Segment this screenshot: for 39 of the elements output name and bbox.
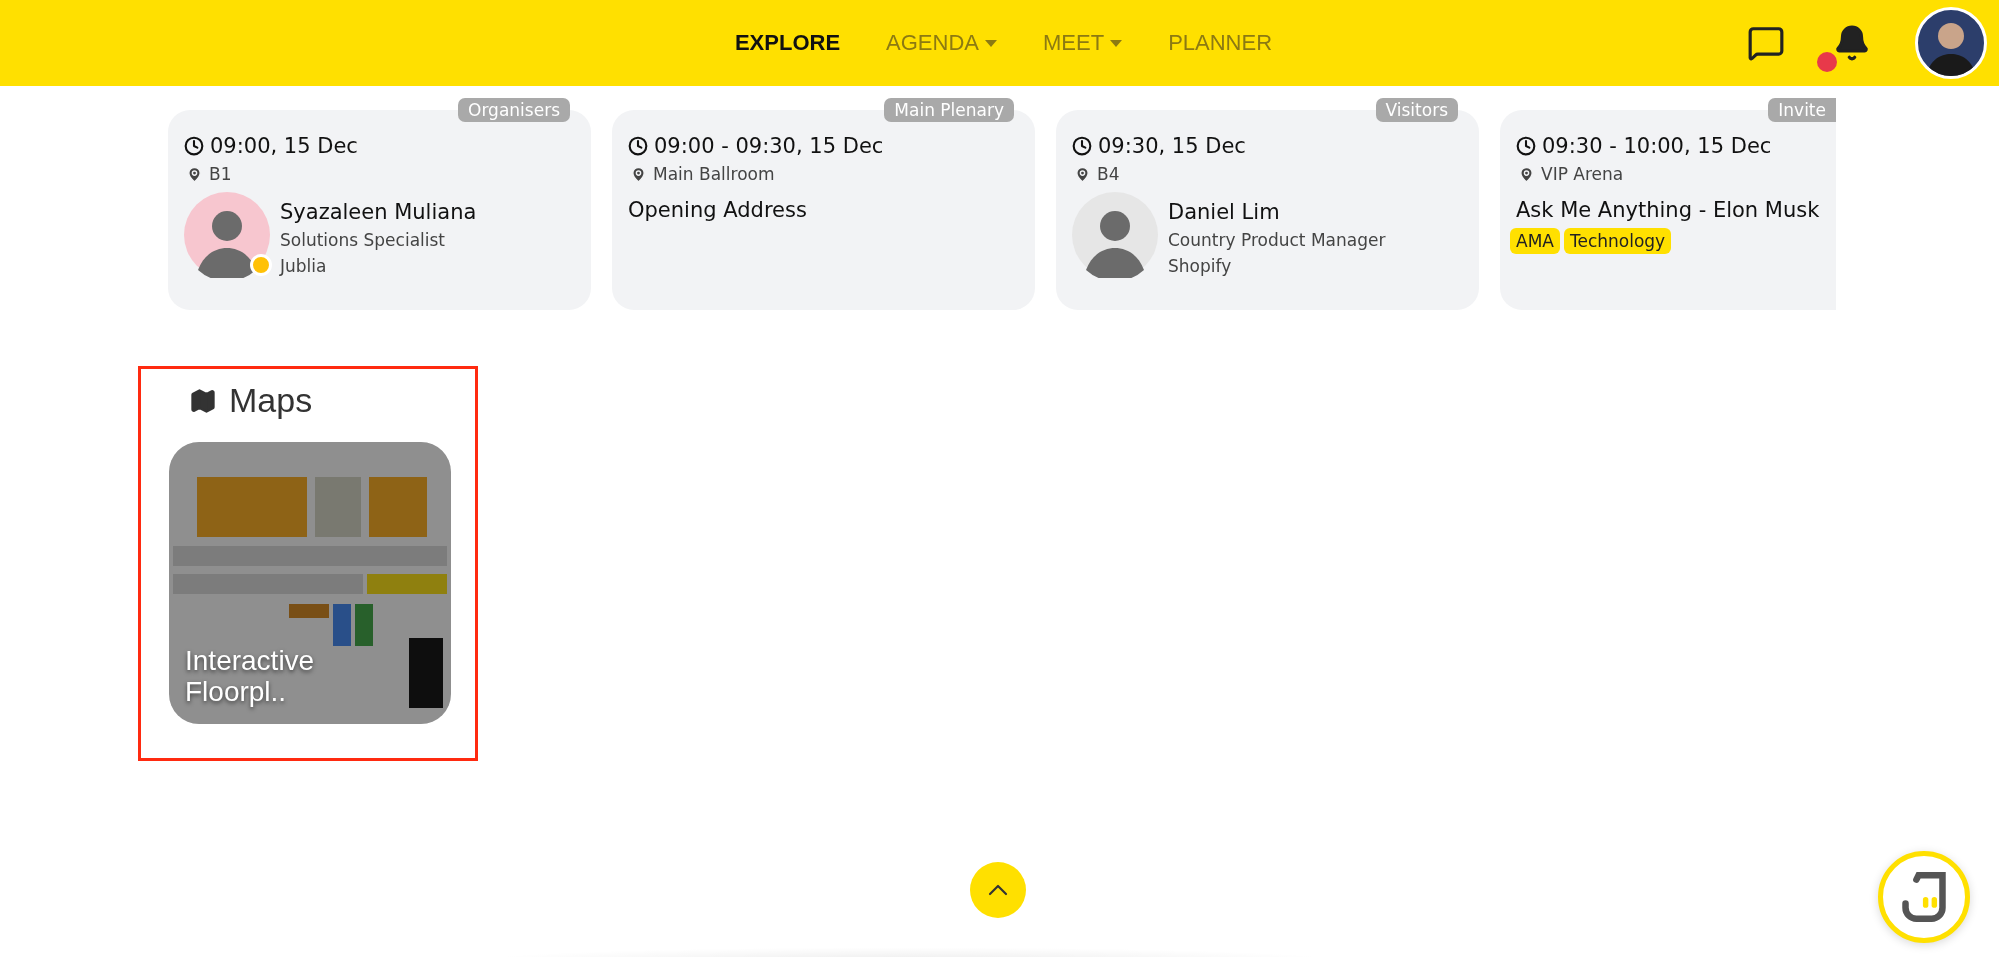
location-pin-icon xyxy=(1074,165,1091,183)
session-time: 09:30 - 10:00, 15 Dec xyxy=(1542,134,1772,158)
category-tag: Visitors xyxy=(1375,98,1458,122)
session-title: Ask Me Anything - Elon Musk xyxy=(1516,198,1820,222)
clock-icon xyxy=(1516,136,1536,156)
clock-icon xyxy=(1072,136,1092,156)
session-location: B1 xyxy=(209,164,232,184)
section-heading: Maps xyxy=(229,381,313,420)
session-time: 09:00 - 09:30, 15 Dec xyxy=(654,134,884,158)
clock-icon xyxy=(184,136,204,156)
speaker-role: Solutions Specialist xyxy=(280,230,446,250)
session-time: 09:30, 15 Dec xyxy=(1098,134,1246,158)
session-title: Opening Address xyxy=(628,198,808,222)
session-location: Main Ballroom xyxy=(653,164,775,184)
bell-icon xyxy=(1833,24,1871,62)
speaker-name: Syazaleen Muliana xyxy=(280,200,477,224)
notifications-button[interactable] xyxy=(1815,24,1871,72)
speaker-company: Jublia xyxy=(280,256,328,276)
location-pin-icon xyxy=(1518,165,1535,183)
chat-logo-icon xyxy=(1902,872,1946,922)
category-tag: Main Plenary xyxy=(884,98,1014,122)
clock-icon xyxy=(628,136,648,156)
category-tag: Invite xyxy=(1768,98,1836,122)
chat-widget-button[interactable] xyxy=(1878,851,1970,943)
session-location: B4 xyxy=(1097,164,1120,184)
topic-tag: AMA xyxy=(1510,228,1560,254)
speaker-role: Country Product Manager xyxy=(1168,230,1386,250)
speaker-company: Shopify xyxy=(1168,256,1233,276)
nav-tab[interactable]: EXPLORE xyxy=(734,30,841,56)
topic-tag: Technology xyxy=(1563,228,1672,254)
chat-button[interactable] xyxy=(1747,24,1785,62)
location-pin-icon xyxy=(630,165,647,183)
map-label: Interactive Floorpl.. xyxy=(185,646,316,708)
chat-icon xyxy=(1747,24,1785,62)
location-pin-icon xyxy=(186,165,203,183)
session-location: VIP Arena xyxy=(1541,164,1624,184)
session-time: 09:00, 15 Dec xyxy=(210,134,358,158)
category-tag: Organisers xyxy=(458,98,570,122)
speaker-name: Daniel Lim xyxy=(1168,200,1281,224)
